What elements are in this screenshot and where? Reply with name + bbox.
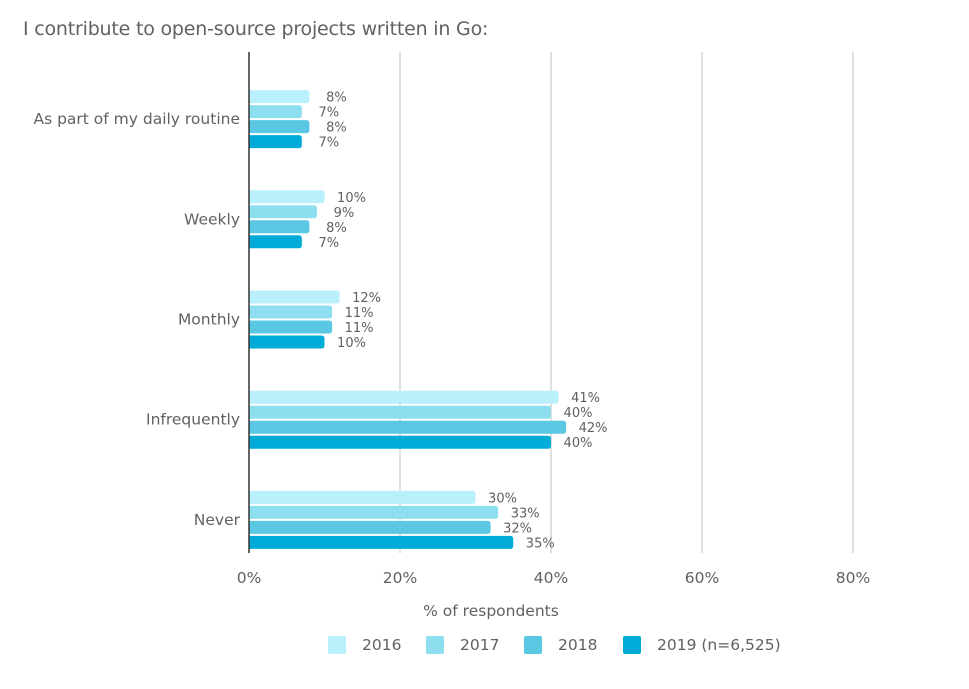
data-label: 33% <box>511 506 540 521</box>
bar <box>249 135 302 149</box>
bars <box>249 90 567 549</box>
x-tick-label: 0% <box>237 569 262 587</box>
bar <box>249 405 551 419</box>
legend-item: 2019 (n=6,525) <box>623 636 781 654</box>
data-label: 35% <box>526 536 555 551</box>
legend-swatch <box>426 636 444 654</box>
legend: 2016 2017 2018 2019 (n=6,525) <box>0 636 969 660</box>
bar <box>249 490 476 504</box>
bar <box>249 305 333 319</box>
legend-swatch <box>623 636 641 654</box>
category-label: Never <box>194 511 241 529</box>
category-label: As part of my daily routine <box>33 110 240 128</box>
data-label: 10% <box>337 336 366 351</box>
legend-label: 2017 <box>460 636 500 654</box>
data-label: 30% <box>488 491 517 506</box>
data-label: 41% <box>571 391 600 406</box>
bar <box>249 205 317 219</box>
x-tick-label: 40% <box>534 569 568 587</box>
x-tick-label: 60% <box>685 569 719 587</box>
data-label: 40% <box>564 436 593 451</box>
legend-item: 2016 <box>328 636 401 654</box>
bar <box>249 290 340 304</box>
bar <box>249 220 310 234</box>
data-label: 7% <box>319 136 340 151</box>
bar <box>249 520 491 534</box>
legend-item: 2018 <box>524 636 597 654</box>
data-label: 42% <box>579 421 608 436</box>
bar <box>249 335 325 349</box>
data-label: 7% <box>319 106 340 121</box>
value-labels: 8%7%8%7%10%9%8%7%12%11%11%10%41%40%42%40… <box>319 91 608 552</box>
legend-swatch <box>524 636 542 654</box>
bar <box>249 435 551 449</box>
bar <box>249 105 302 119</box>
legend-label: 2016 <box>362 636 402 654</box>
data-label: 32% <box>503 521 532 536</box>
legend-label: 2019 (n=6,525) <box>657 636 781 654</box>
x-axis-title: % of respondents <box>423 602 559 620</box>
x-tick-label: 80% <box>836 569 870 587</box>
bar <box>249 90 310 104</box>
data-label: 11% <box>345 306 374 321</box>
bar <box>249 535 514 549</box>
data-label: 11% <box>345 321 374 336</box>
bar <box>249 120 310 134</box>
x-tick-labels: 0% 20% 40% 60% 80% <box>237 569 871 587</box>
legend-label: 2018 <box>558 636 598 654</box>
data-label: 8% <box>326 221 347 236</box>
bar <box>249 190 325 204</box>
category-label: Weekly <box>184 210 240 228</box>
bar <box>249 390 559 404</box>
legend-item: 2017 <box>426 636 499 654</box>
x-tick-label: 20% <box>383 569 417 587</box>
category-labels: As part of my daily routine Weekly Monthly… <box>33 110 240 529</box>
data-label: 9% <box>334 206 355 221</box>
gridlines <box>399 52 854 553</box>
category-label: Monthly <box>178 311 240 329</box>
data-label: 12% <box>352 291 381 306</box>
category-label: Infrequently <box>146 411 240 429</box>
bar <box>249 505 499 519</box>
data-label: 7% <box>319 236 340 251</box>
legend-swatch <box>328 636 346 654</box>
data-label: 8% <box>326 121 347 136</box>
bar <box>249 420 567 434</box>
data-label: 40% <box>564 406 593 421</box>
bar <box>249 320 333 334</box>
bar <box>249 235 302 249</box>
data-label: 10% <box>337 191 366 206</box>
chart-plot: 8%7%8%7%10%9%8%7%12%11%11%10%41%40%42%40… <box>33 52 871 620</box>
data-label: 8% <box>326 91 347 106</box>
